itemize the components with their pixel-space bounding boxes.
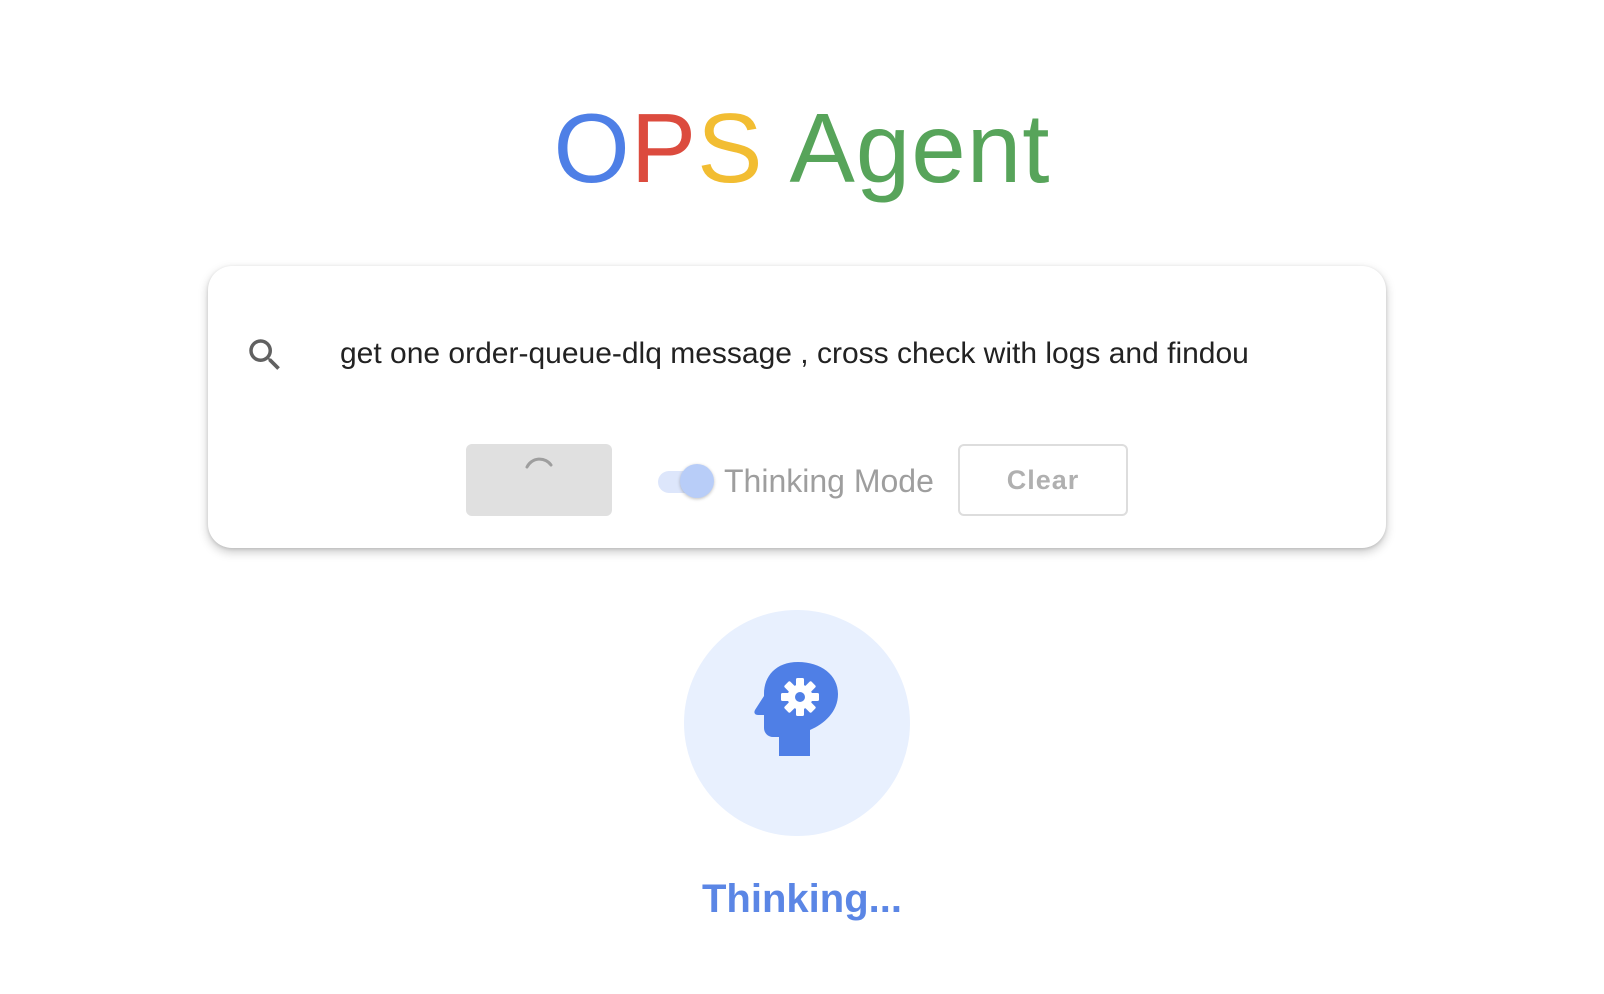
thinking-status-label: Thinking... <box>702 877 902 921</box>
thinking-mode-toggle[interactable] <box>658 464 714 498</box>
title-letter-p: P <box>630 93 698 203</box>
thinking-indicator <box>684 610 910 836</box>
thinking-mode-label: Thinking Mode <box>724 463 934 499</box>
title-word-agent: Agent <box>789 93 1051 203</box>
loading-spinner-icon <box>522 456 556 490</box>
clear-button[interactable]: Clear <box>958 444 1128 516</box>
toggle-thumb <box>680 464 714 498</box>
title-letter-s: S <box>697 93 764 203</box>
controls-row: Thinking Mode Clear <box>208 444 1386 518</box>
title-letter-o: O <box>553 93 631 203</box>
query-card: Thinking Mode Clear <box>208 266 1386 548</box>
submit-button[interactable] <box>466 444 612 516</box>
search-icon <box>244 334 286 376</box>
query-input[interactable] <box>318 326 1348 382</box>
ops-agent-page: OPSAgent Thinking Mode Clear <box>0 0 1604 994</box>
psychology-head-gear-icon <box>752 660 842 760</box>
page-title: OPS Agent <box>0 88 1604 208</box>
